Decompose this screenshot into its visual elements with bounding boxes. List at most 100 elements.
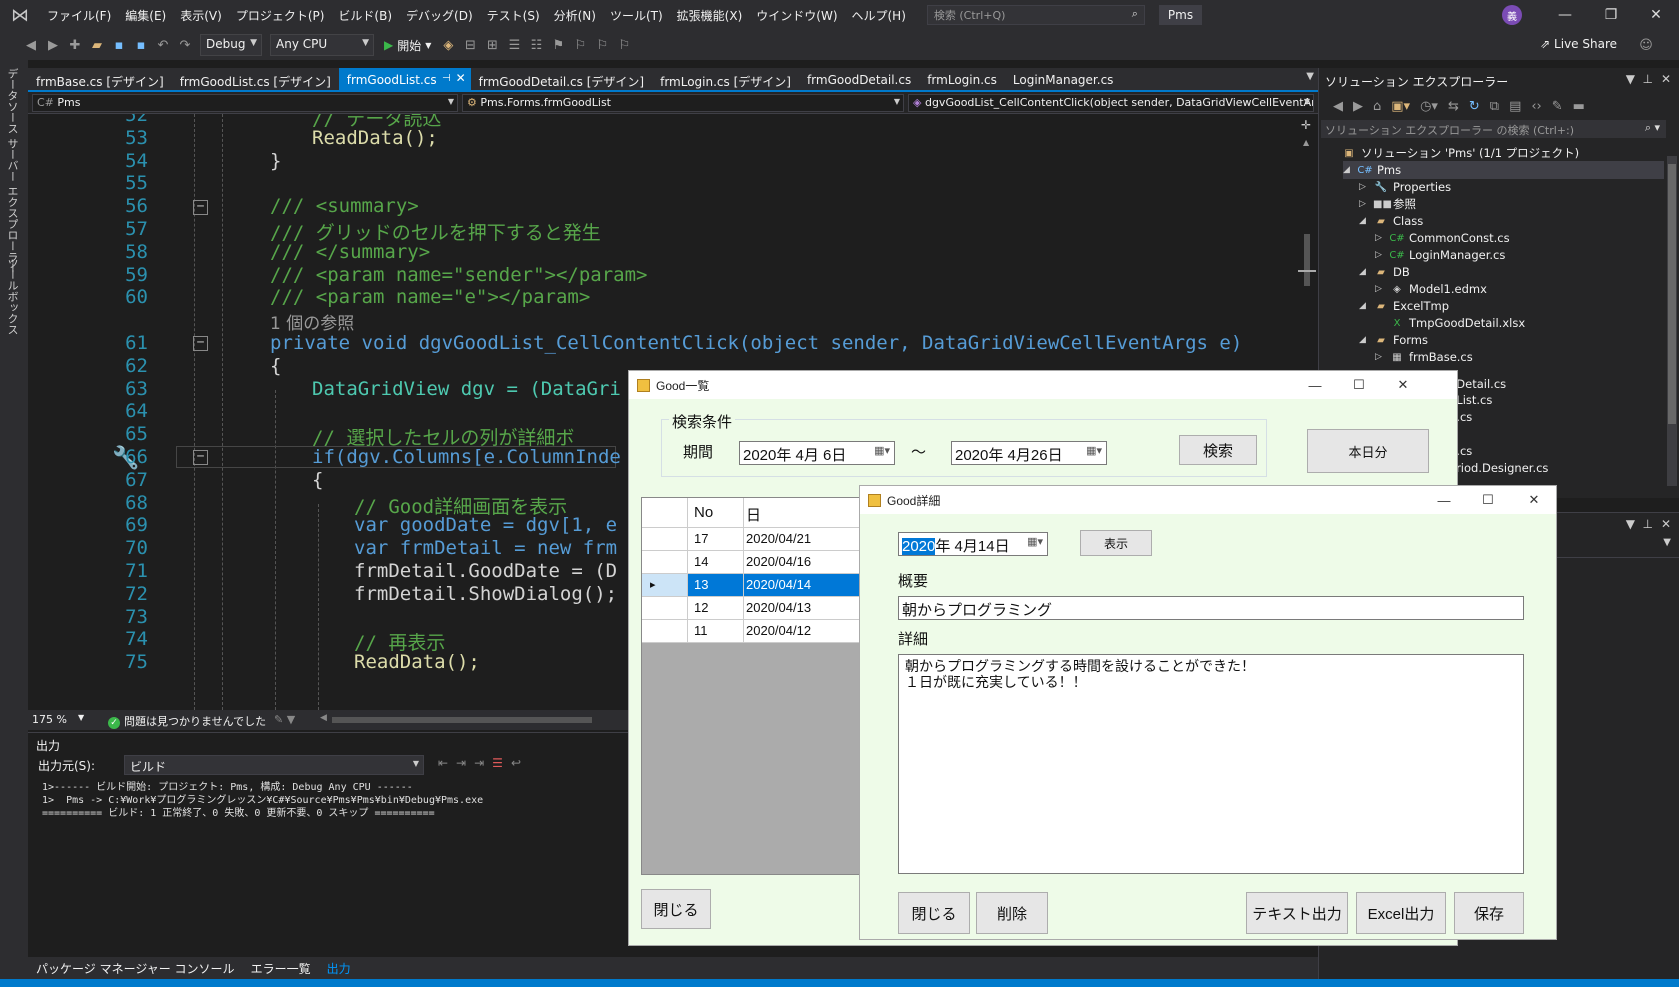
expand-icon[interactable]: ▷	[1375, 284, 1385, 294]
document-tab[interactable]: frmGoodList.cs [デザイン]	[172, 68, 339, 90]
pin-icon[interactable]: ⊥	[1643, 517, 1653, 531]
split-icon[interactable]: ✛	[1301, 118, 1311, 132]
chevron-down-icon[interactable]: ▼	[1626, 72, 1635, 86]
row-header[interactable]	[642, 597, 688, 620]
back-icon[interactable]: ◀	[1333, 99, 1343, 114]
output-source-dropdown[interactable]: ビルド ▼	[124, 755, 424, 775]
menu-item[interactable]: プロジェクト(P)	[229, 7, 332, 24]
close-tab-icon[interactable]: ✕	[456, 71, 466, 85]
date-from-picker[interactable]: 2020年 4月 6日 ▦▾	[739, 441, 895, 465]
chevron-down-icon[interactable]: ▼	[78, 713, 84, 722]
tree-item[interactable]: ◢ ▰ ExcelTmp	[1359, 297, 1449, 315]
bottom-tab[interactable]: エラー一覧	[243, 960, 319, 977]
bottom-tab[interactable]: 出力	[319, 960, 359, 977]
server-explorer-tab[interactable]: サーバー エクスプローラー	[4, 138, 20, 274]
row-header[interactable]	[642, 620, 688, 643]
cleanup-icon[interactable]: ✎ ▼	[274, 713, 295, 726]
bookmark-icon[interactable]: ⚑	[547, 34, 569, 56]
data-sources-tab[interactable]: データソース	[4, 68, 20, 134]
undo-icon[interactable]: ↶	[152, 34, 174, 56]
cell-date[interactable]: 2020/04/14	[744, 574, 862, 597]
bookmark-next-icon[interactable]: ⚐	[591, 34, 613, 56]
menu-item[interactable]: 分析(N)	[547, 7, 603, 24]
restore-icon[interactable]: ❐	[1588, 0, 1634, 30]
cell-date[interactable]: 2020/04/12	[744, 620, 862, 643]
avatar[interactable]: 義	[1502, 5, 1522, 25]
uncomment-icon[interactable]: ☷	[525, 34, 547, 56]
tree-item[interactable]: ◢ C# Pms	[1343, 161, 1664, 179]
table-row[interactable]: 11 2020/04/12	[642, 620, 862, 643]
output-tool-icons[interactable]: ⇤⇥⇥☰↩	[438, 756, 529, 770]
menu-item[interactable]: テスト(S)	[480, 7, 547, 24]
cell-no[interactable]: 13	[688, 574, 744, 597]
chevron-down-icon[interactable]: ▼	[1626, 517, 1635, 531]
good-list-grid[interactable]: No 日 17 2020/04/21 14 2020/04/16 ▸ 13 2020/04/…	[641, 497, 863, 875]
cell-date[interactable]: 2020/04/13	[744, 597, 862, 620]
menu-item[interactable]: ウインドウ(W)	[749, 7, 844, 24]
document-tab[interactable]: frmLogin.cs	[919, 68, 1005, 90]
tree-item[interactable]: ▷ ▦ frmBase.cs	[1375, 348, 1473, 366]
sync-icon[interactable]: ⇆	[1448, 99, 1459, 114]
pending-changes-icon[interactable]: ◷▾	[1420, 99, 1438, 114]
member-dropdown[interactable]: ◈ dgvGoodList_CellContentClick(object se…	[908, 94, 1314, 112]
cell-date[interactable]: 2020/04/16	[744, 551, 862, 574]
minimize-icon[interactable]: —	[1542, 0, 1588, 30]
document-tab[interactable]: frmGoodList.cs ⊣ ✕	[338, 68, 471, 90]
column-header-date[interactable]: 日	[744, 498, 862, 528]
cell-no[interactable]: 14	[688, 551, 744, 574]
expand-icon[interactable]: ◢	[1359, 267, 1369, 277]
document-tab[interactable]: frmLogin.cs [デザイン]	[652, 68, 799, 90]
document-tab[interactable]: frmBase.cs [デザイン]	[28, 68, 172, 90]
bottom-tab[interactable]: パッケージ マネージャー コンソール	[28, 960, 243, 977]
scroll-left-icon[interactable]: ◀	[320, 713, 327, 723]
align-icon[interactable]: ⊟	[459, 34, 481, 56]
layout-icon[interactable]: ⊞	[481, 34, 503, 56]
config-dropdown[interactable]: Debug ▼	[200, 34, 262, 56]
row-header[interactable]	[642, 551, 688, 574]
new-project-icon[interactable]: ✚	[64, 34, 86, 56]
preview-icon[interactable]: ▬	[1573, 99, 1585, 114]
close-icon[interactable]: ✕	[1381, 373, 1425, 397]
detail-textarea[interactable]: 朝からプログラミングする時間を設けることができた！ １日が既に充実している！！	[898, 654, 1524, 874]
expand-icon[interactable]: ◢	[1359, 335, 1369, 345]
menu-item[interactable]: デバッグ(D)	[399, 7, 480, 24]
menu-item[interactable]: 表示(V)	[173, 7, 229, 24]
expand-icon[interactable]: ◢	[1359, 216, 1369, 226]
close-icon[interactable]: ✕	[1661, 517, 1671, 531]
menu-item[interactable]: ファイル(F)	[40, 7, 118, 24]
tree-item[interactable]: ◢ ▰ Class	[1359, 212, 1423, 230]
comment-icon[interactable]: ☰	[503, 34, 525, 56]
show-button[interactable]: 表示	[1080, 530, 1152, 556]
detail-date-picker[interactable]: 2020年 4月14日 ▦▾	[898, 532, 1048, 556]
bookmark-clear-icon[interactable]: ⚐	[613, 34, 635, 56]
tree-item[interactable]: ▷ ■■ 参照	[1359, 195, 1416, 213]
expand-icon[interactable]: ▷	[1375, 250, 1385, 260]
zoom-level[interactable]: 175 %	[32, 713, 67, 726]
expand-icon[interactable]: ◢	[1359, 301, 1369, 311]
summary-input[interactable]: 朝からプログラミング	[898, 596, 1524, 620]
clear-all-icon[interactable]: ☰	[492, 756, 511, 770]
forward-icon[interactable]: ▶	[1353, 99, 1363, 114]
minimize-icon[interactable]: —	[1293, 373, 1337, 397]
open-file-icon[interactable]: ▰	[86, 34, 108, 56]
table-row[interactable]: 14 2020/04/16	[642, 551, 862, 574]
start-button[interactable]: ▶ 開始 ▼	[384, 37, 431, 54]
minimize-icon[interactable]: —	[1422, 488, 1466, 512]
solution-search-input[interactable]: ソリューション エクスプローラー の検索 (Ctrl+:) ⌕ ▾	[1321, 120, 1666, 138]
tree-item[interactable]: ◢ ▰ DB	[1359, 263, 1410, 281]
maximize-icon[interactable]: ☐	[1466, 488, 1510, 512]
cell-date[interactable]: 2020/04/21	[744, 528, 862, 551]
pin-icon[interactable]: ⊣	[442, 73, 451, 84]
view-code-icon[interactable]: ‹›	[1531, 99, 1541, 114]
document-tab[interactable]: frmGoodDetail.cs [デザイン]	[471, 68, 652, 90]
document-tab[interactable]: LoginManager.cs	[1005, 68, 1122, 90]
close-icon[interactable]: ✕	[1661, 72, 1671, 86]
tree-item[interactable]: ▷ C# LoginManager.cs	[1375, 246, 1505, 264]
menu-item[interactable]: ヘルプ(H)	[845, 7, 913, 24]
expand-icon[interactable]: ◢	[1343, 165, 1353, 175]
class-dropdown[interactable]: ⚙ Pms.Forms.frmGoodList ▼	[462, 94, 904, 112]
tab-overflow-icon[interactable]: ▼	[1306, 71, 1314, 82]
tree-item[interactable]: X TmpGoodDetail.xlsx	[1375, 314, 1526, 332]
tree-item-partial[interactable]: eriod.Designer.cs	[1449, 461, 1548, 475]
pin-icon[interactable]: ⊥	[1643, 72, 1653, 86]
